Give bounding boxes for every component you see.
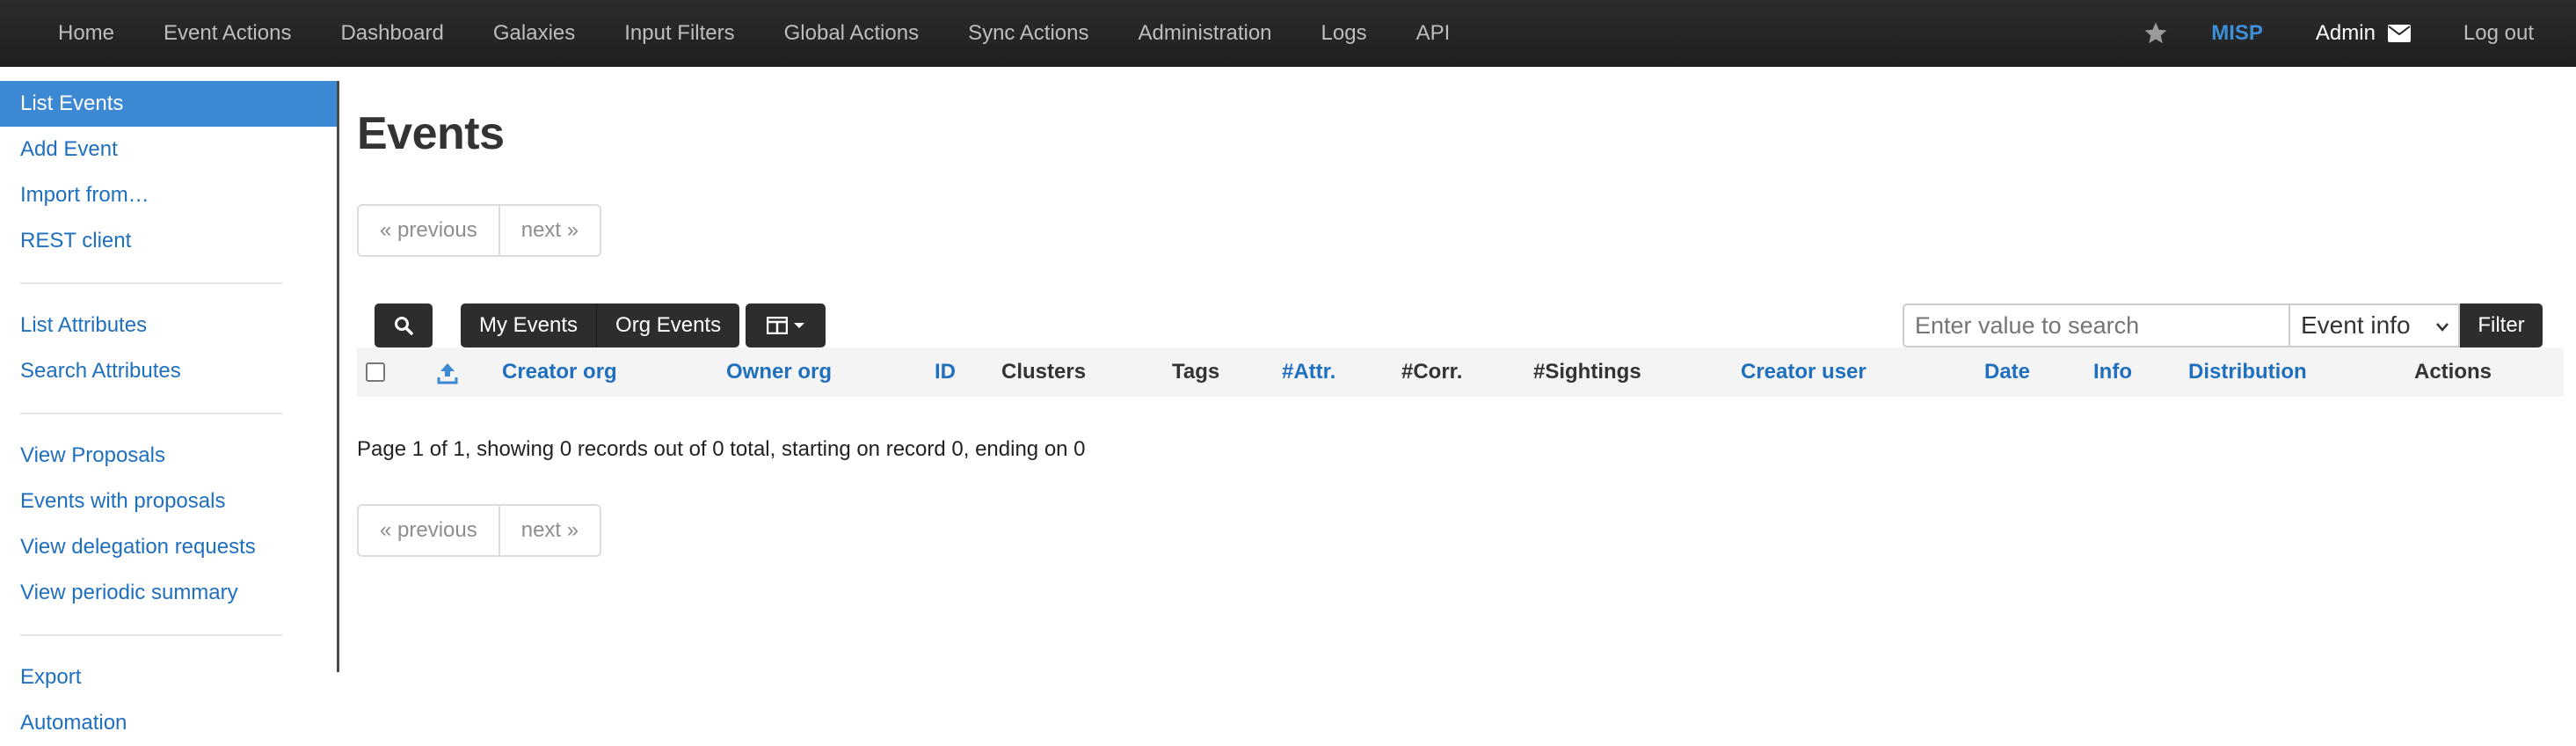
- caret-down-icon: [793, 323, 804, 328]
- brand-link[interactable]: MISP: [2211, 21, 2263, 46]
- sidebar-divider: [20, 413, 282, 414]
- pagination-top: « previous next »: [357, 204, 602, 257]
- sidebar-item-list-attributes[interactable]: List Attributes: [0, 303, 337, 348]
- nav-logs[interactable]: Logs: [1297, 0, 1392, 67]
- nav-event-actions[interactable]: Event Actions: [139, 0, 316, 67]
- org-events-button[interactable]: Org Events: [596, 304, 739, 347]
- search-field-select[interactable]: Event info: [2289, 304, 2460, 347]
- nav-sync-actions[interactable]: Sync Actions: [943, 0, 1113, 67]
- filter-button[interactable]: Filter: [2460, 304, 2543, 347]
- logout-link[interactable]: Log out: [2463, 21, 2534, 46]
- select-all-checkbox[interactable]: [366, 362, 385, 382]
- next-page-button[interactable]: next »: [498, 506, 600, 555]
- column-creator-user[interactable]: Creator user: [1741, 347, 1867, 397]
- envelope-icon[interactable]: [2387, 24, 2411, 43]
- nav-dashboard[interactable]: Dashboard: [316, 0, 468, 67]
- sidebar-item-search-attributes[interactable]: Search Attributes: [0, 348, 337, 394]
- sidebar-item-rest-client[interactable]: REST client: [0, 218, 337, 264]
- nav-menu: Home Event Actions Dashboard Galaxies In…: [0, 0, 1474, 67]
- column-corr-count: #Corr.: [1401, 360, 1463, 384]
- event-scope-toggle: My Events Org Events: [461, 304, 740, 347]
- sidebar-item-list-events[interactable]: List Events: [0, 81, 337, 127]
- pagination-bottom: « previous next »: [357, 504, 602, 557]
- sidebar-item-add-event[interactable]: Add Event: [0, 127, 337, 172]
- sidebar-item-automation[interactable]: Automation: [0, 700, 337, 746]
- nav-api[interactable]: API: [1392, 0, 1475, 67]
- sidebar-divider: [20, 282, 282, 284]
- nav-user-area: MISP Admin Log out: [2143, 0, 2576, 67]
- previous-page-button[interactable]: « previous: [359, 506, 498, 555]
- sidebar-item-periodic-summary[interactable]: View periodic summary: [0, 570, 337, 616]
- chevron-down-icon: [2436, 323, 2449, 332]
- upload-icon[interactable]: [436, 362, 459, 384]
- nav-home[interactable]: Home: [33, 0, 139, 67]
- column-id[interactable]: ID: [935, 347, 956, 397]
- nav-administration[interactable]: Administration: [1113, 0, 1296, 67]
- search-field-value: Event info: [2301, 311, 2411, 339]
- sidebar-item-delegation-requests[interactable]: View delegation requests: [0, 524, 337, 570]
- columns-icon: [766, 317, 788, 334]
- column-date[interactable]: Date: [1984, 347, 2030, 397]
- nav-input-filters[interactable]: Input Filters: [600, 0, 759, 67]
- star-icon[interactable]: [2143, 20, 2169, 47]
- sidebar-item-events-with-proposals[interactable]: Events with proposals: [0, 479, 337, 524]
- columns-dropdown-button[interactable]: [746, 304, 826, 347]
- column-actions: Actions: [2414, 360, 2492, 384]
- search-input[interactable]: [1903, 304, 2295, 347]
- column-sightings: #Sightings: [1533, 360, 1641, 384]
- top-navbar: Home Event Actions Dashboard Galaxies In…: [0, 0, 2576, 67]
- sidebar-divider: [20, 634, 282, 636]
- column-info[interactable]: Info: [2093, 347, 2132, 397]
- column-tags: Tags: [1172, 360, 1220, 384]
- my-events-button[interactable]: My Events: [461, 304, 596, 347]
- sidebar: List Events Add Event Import from… REST …: [0, 81, 339, 735]
- nav-galaxies[interactable]: Galaxies: [469, 0, 600, 67]
- user-link[interactable]: Admin: [2316, 21, 2376, 46]
- sidebar-item-export[interactable]: Export: [0, 655, 337, 700]
- column-creator-org[interactable]: Creator org: [502, 347, 617, 397]
- page-title: Events: [357, 108, 505, 159]
- nav-global-actions[interactable]: Global Actions: [760, 0, 943, 67]
- next-page-button[interactable]: next »: [498, 206, 600, 255]
- column-attr-count[interactable]: #Attr.: [1282, 347, 1335, 397]
- search-toggle-button[interactable]: [375, 304, 433, 347]
- column-clusters: Clusters: [1001, 360, 1087, 384]
- events-table-header: Creator org Owner org ID Clusters Tags #…: [357, 347, 2564, 397]
- pagination-summary: Page 1 of 1, showing 0 records out of 0 …: [357, 437, 1086, 461]
- sidebar-item-import-from[interactable]: Import from…: [0, 172, 337, 218]
- sidebar-item-view-proposals[interactable]: View Proposals: [0, 433, 337, 479]
- previous-page-button[interactable]: « previous: [359, 206, 498, 255]
- search-icon: [395, 317, 413, 335]
- column-owner-org[interactable]: Owner org: [726, 347, 832, 397]
- column-distribution[interactable]: Distribution: [2188, 347, 2307, 397]
